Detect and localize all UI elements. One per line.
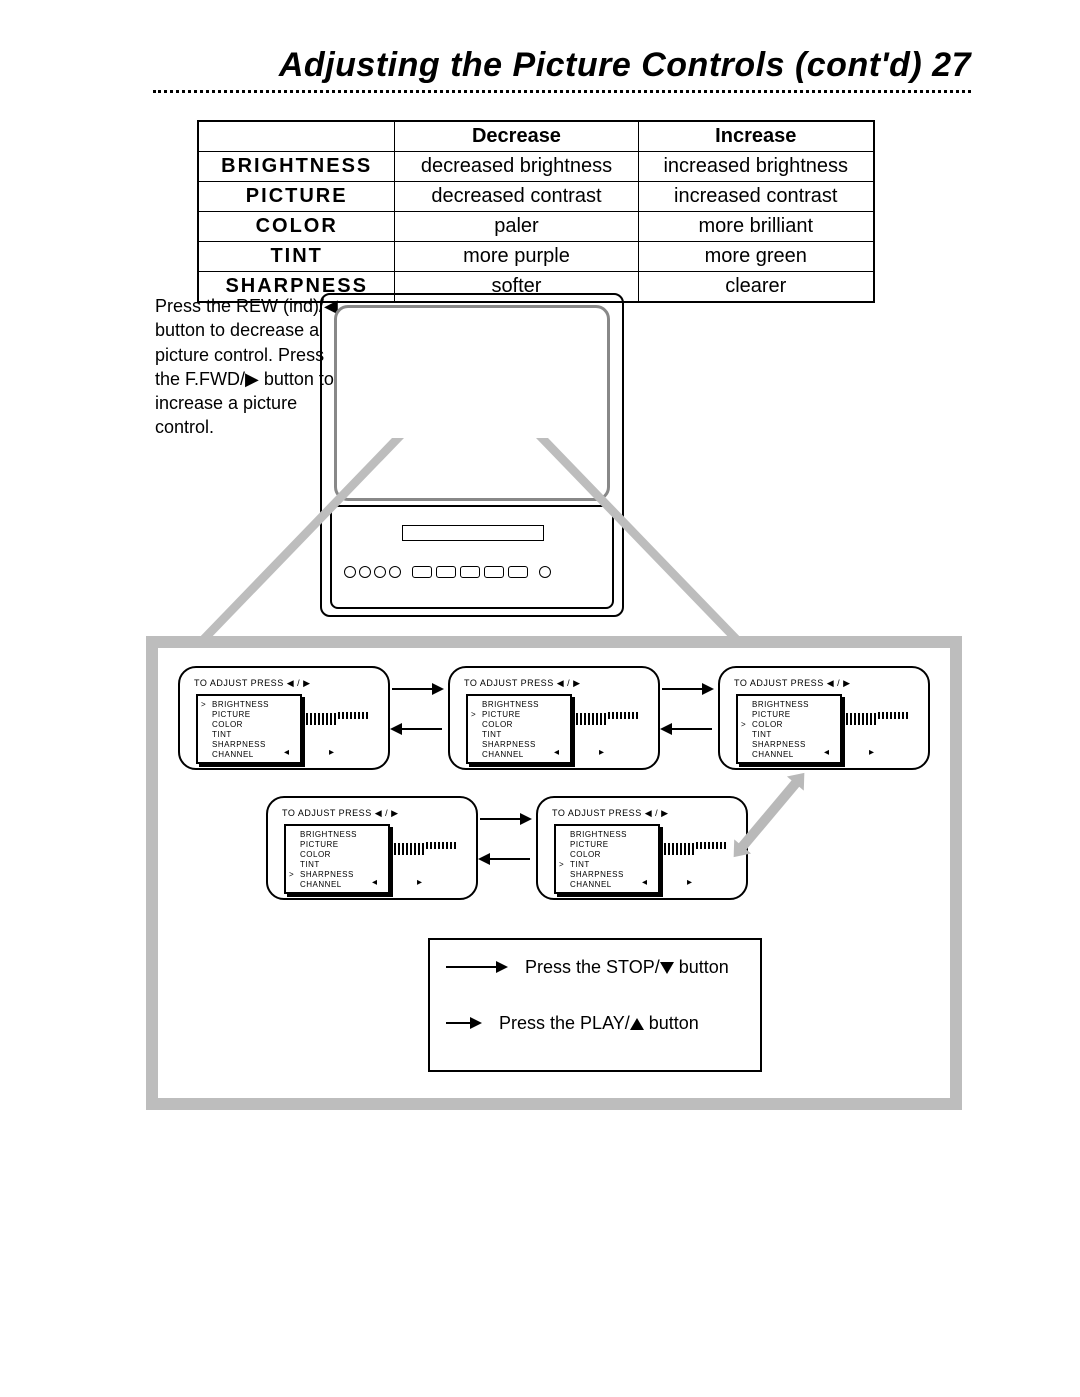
arrow-right-icon xyxy=(480,818,530,820)
arrow-right-icon xyxy=(662,688,712,690)
osd-item: PICTURE xyxy=(290,840,388,850)
row-dec: decreased brightness xyxy=(395,152,638,182)
row-name: PICTURE xyxy=(198,182,395,212)
osd-item: COLOR xyxy=(560,850,658,860)
triangle-up-icon xyxy=(630,1018,644,1030)
title-text: Adjusting the Picture Controls (cont'd) xyxy=(279,46,922,84)
osd-item: PICTURE xyxy=(202,710,300,720)
level-bar xyxy=(846,712,914,724)
left-right-indicator: ◂▸ xyxy=(372,877,462,888)
legend-stop-text: Press the STOP/ button xyxy=(525,957,745,978)
osd-header: TO ADJUST PRESS ◀ / ▶ xyxy=(194,678,311,689)
osd-header: TO ADJUST PRESS ◀ / ▶ xyxy=(552,808,669,819)
osd-header: TO ADJUST PRESS ◀ / ▶ xyxy=(734,678,851,689)
legend-box: Press the STOP/ button Press the PLAY/ b… xyxy=(428,938,762,1072)
left-right-indicator: ◂▸ xyxy=(554,747,644,758)
col-blank xyxy=(198,121,395,152)
manual-page: Adjusting the Picture Controls (cont'd) … xyxy=(0,0,1080,1397)
osd-card-picture: TO ADJUST PRESS ◀ / ▶ BRIGHTNESS PICTURE… xyxy=(448,666,660,770)
arrow-right-icon xyxy=(446,1022,480,1024)
osd-item: TINT xyxy=(742,730,840,740)
row-inc: more green xyxy=(638,242,874,272)
row-inc: increased contrast xyxy=(638,182,874,212)
col-decrease: Decrease xyxy=(395,121,638,152)
osd-item: TINT xyxy=(560,860,658,870)
table-row: TINT more purple more green xyxy=(198,242,874,272)
legend-play-text: Press the PLAY/ button xyxy=(499,1013,719,1034)
level-bar xyxy=(306,712,374,724)
row-name: COLOR xyxy=(198,212,395,242)
left-right-indicator: ◂▸ xyxy=(642,877,732,888)
page-number: 27 xyxy=(932,46,971,84)
header-divider xyxy=(153,90,971,93)
page-title: Adjusting the Picture Controls (cont'd) … xyxy=(279,46,971,85)
level-bar xyxy=(394,842,462,854)
row-inc: more brilliant xyxy=(638,212,874,242)
level-bar xyxy=(576,712,644,724)
picture-controls-table: Decrease Increase BRIGHTNESS decreased b… xyxy=(197,120,875,303)
col-increase: Increase xyxy=(638,121,874,152)
row-name: BRIGHTNESS xyxy=(198,152,395,182)
osd-card-brightness: TO ADJUST PRESS ◀ / ▶ BRIGHTNESS PICTURE… xyxy=(178,666,390,770)
row-name: TINT xyxy=(198,242,395,272)
osd-header: TO ADJUST PRESS ◀ / ▶ xyxy=(464,678,581,689)
osd-item: BRIGHTNESS xyxy=(560,830,658,840)
osd-card-tint: TO ADJUST PRESS ◀ / ▶ BRIGHTNESS PICTURE… xyxy=(536,796,748,900)
tv-illustration xyxy=(320,293,624,617)
osd-item: BRIGHTNESS xyxy=(290,830,388,840)
tape-slot xyxy=(402,525,544,541)
osd-card-color: TO ADJUST PRESS ◀ / ▶ BRIGHTNESS PICTURE… xyxy=(718,666,930,770)
osd-item: PICTURE xyxy=(472,710,570,720)
osd-item: COLOR xyxy=(202,720,300,730)
vcr-buttons xyxy=(344,563,600,593)
osd-header: TO ADJUST PRESS ◀ / ▶ xyxy=(282,808,399,819)
osd-card-sharpness: TO ADJUST PRESS ◀ / ▶ BRIGHTNESS PICTURE… xyxy=(266,796,478,900)
osd-item: TINT xyxy=(202,730,300,740)
osd-item: PICTURE xyxy=(560,840,658,850)
osd-item: BRIGHTNESS xyxy=(472,700,570,710)
osd-item: COLOR xyxy=(472,720,570,730)
row-inc: clearer xyxy=(638,272,874,303)
osd-item: COLOR xyxy=(742,720,840,730)
level-bar xyxy=(664,842,732,854)
table-row: PICTURE decreased contrast increased con… xyxy=(198,182,874,212)
osd-flow-panel: TO ADJUST PRESS ◀ / ▶ BRIGHTNESS PICTURE… xyxy=(146,636,962,1110)
left-right-indicator: ◂▸ xyxy=(824,747,914,758)
row-dec: more purple xyxy=(395,242,638,272)
osd-item: TINT xyxy=(290,860,388,870)
legend-row-stop: Press the STOP/ button xyxy=(446,956,748,978)
left-right-indicator: ◂▸ xyxy=(284,747,374,758)
row-inc: increased brightness xyxy=(638,152,874,182)
arrow-right-icon xyxy=(446,966,506,968)
arrow-left-icon xyxy=(392,728,442,730)
triangle-down-icon xyxy=(660,962,674,974)
row-dec: paler xyxy=(395,212,638,242)
table-row: COLOR paler more brilliant xyxy=(198,212,874,242)
osd-item: BRIGHTNESS xyxy=(742,700,840,710)
arrow-left-icon xyxy=(480,858,530,860)
vcr-panel xyxy=(330,505,614,609)
osd-item: TINT xyxy=(472,730,570,740)
osd-item: COLOR xyxy=(290,850,388,860)
arrow-left-icon xyxy=(662,728,712,730)
row-dec: decreased contrast xyxy=(395,182,638,212)
table-row: BRIGHTNESS decreased brightness increase… xyxy=(198,152,874,182)
osd-item: BRIGHTNESS xyxy=(202,700,300,710)
arrow-right-icon xyxy=(392,688,442,690)
legend-row-play: Press the PLAY/ button xyxy=(446,1012,748,1034)
osd-item: PICTURE xyxy=(742,710,840,720)
